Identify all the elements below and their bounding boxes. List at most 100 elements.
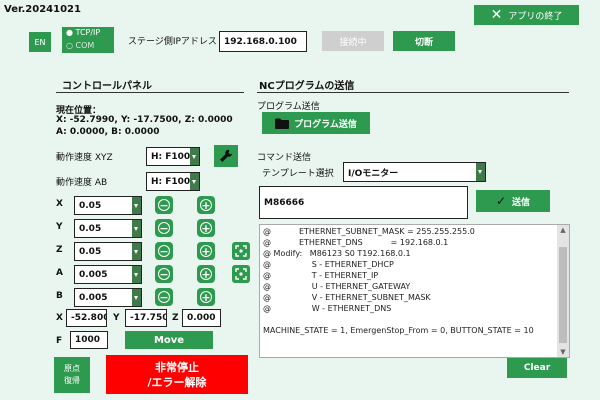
- step-select-b[interactable]: 0.005: [74, 288, 142, 307]
- language-button[interactable]: EN: [29, 32, 51, 52]
- axis-label-a: A: [56, 268, 63, 278]
- log-line: @ T - ETHERNET_IP: [263, 271, 379, 280]
- nc-panel-title: NCプログラムの送信: [259, 81, 355, 92]
- wrench-icon: [220, 149, 233, 162]
- log-line: @ W - ETHERNET_DNS: [263, 304, 392, 313]
- step-select-a[interactable]: 0.005: [74, 265, 142, 284]
- feed-input[interactable]: 1000: [70, 331, 108, 349]
- minus-icon: −: [158, 244, 170, 258]
- focus-a-button[interactable]: [232, 265, 250, 283]
- folder-icon: [275, 118, 290, 129]
- log-line: @ Modify: M86123 S0 T192.168.0.1: [263, 249, 411, 258]
- connecting-button[interactable]: 接続中: [322, 31, 384, 51]
- minus-icon: −: [158, 198, 170, 212]
- template-select[interactable]: I/Oモニター: [343, 162, 486, 182]
- scroll-down-icon[interactable]: ▼: [557, 347, 569, 357]
- axis-label-z: Z: [56, 245, 63, 255]
- position-ab: A: 0.0000, B: 0.0000: [56, 127, 160, 137]
- jog-plus-x[interactable]: +: [197, 196, 215, 214]
- jog-plus-b[interactable]: +: [197, 288, 215, 306]
- control-panel-title: コントロールパネル: [62, 81, 152, 92]
- speed-ab-select[interactable]: H: F100: [146, 172, 200, 191]
- focus-target-icon: [235, 245, 247, 257]
- chevron-down-icon: [132, 243, 141, 260]
- settings-wrench-button[interactable]: [214, 145, 238, 167]
- axis-label-b: B: [56, 291, 63, 301]
- close-icon: ✕: [490, 7, 503, 23]
- scroll-up-icon[interactable]: ▲: [557, 225, 569, 235]
- log-scroll-thumb[interactable]: [559, 247, 567, 343]
- log-line: @ ETHERNET_SUBNET_MASK = 255.255.255.0: [263, 227, 475, 236]
- command-input[interactable]: M86666: [259, 186, 468, 219]
- feed-label: F: [56, 336, 63, 346]
- disconnect-button[interactable]: 切断: [393, 31, 455, 51]
- command-section-label: コマンド送信: [257, 153, 312, 163]
- position-xyz: X: -52.7990, Y: -17.7500, Z: 0.0000: [56, 115, 233, 125]
- plus-icon: +: [200, 267, 212, 281]
- control-panel-divider: [56, 92, 244, 93]
- log-lines-container: @ ETHERNET_SUBNET_MASK = 255.255.255.0 @ …: [263, 226, 555, 336]
- version-label: Ver.20241021: [4, 4, 81, 15]
- plus-icon: +: [200, 290, 212, 304]
- focus-z-button[interactable]: [232, 242, 250, 260]
- step-select-z[interactable]: 0.05: [74, 242, 142, 261]
- target-z-input[interactable]: 0.000: [182, 309, 221, 327]
- log-output[interactable]: @ ETHERNET_SUBNET_MASK = 255.255.255.0 @ …: [259, 224, 570, 358]
- chevron-down-icon: [190, 148, 199, 165]
- chevron-down-icon: [476, 163, 485, 181]
- clear-log-button[interactable]: Clear: [507, 358, 567, 378]
- minus-icon: −: [158, 267, 170, 281]
- speed-xyz-select[interactable]: H: F1000: [146, 147, 200, 166]
- axis-label-y: Y: [56, 222, 63, 232]
- log-line: @ U - ETHERNET_GATEWAY: [263, 282, 411, 291]
- checkmark-icon: ✓: [495, 194, 507, 208]
- target-z-label: Z: [172, 313, 179, 323]
- speed-ab-label: 動作速度 AB: [56, 178, 108, 188]
- log-line: MACHINE_STATE = 1, EmergenStop_From = 0,…: [263, 326, 534, 335]
- chevron-down-icon: [132, 197, 141, 214]
- chevron-down-icon: [190, 173, 199, 190]
- tcpip-option[interactable]: ● TCP/IP: [66, 28, 100, 37]
- jog-minus-z[interactable]: −: [155, 242, 173, 260]
- speed-xyz-label: 動作速度 XYZ: [56, 153, 113, 163]
- target-x-input[interactable]: -52.800: [66, 309, 107, 327]
- home-return-button[interactable]: 原点 復帰: [54, 357, 90, 393]
- jog-minus-x[interactable]: −: [155, 196, 173, 214]
- ip-address-label: ステージ側IPアドレス: [128, 37, 217, 47]
- jog-plus-y[interactable]: +: [197, 219, 215, 237]
- focus-target-icon: [235, 268, 247, 280]
- jog-plus-z[interactable]: +: [197, 242, 215, 260]
- nc-panel-divider: [257, 92, 569, 93]
- target-y-label: Y: [113, 313, 120, 323]
- step-select-y[interactable]: 0.05: [74, 219, 142, 238]
- ip-address-input[interactable]: 192.168.0.100: [219, 31, 307, 52]
- send-command-button[interactable]: ✓ 送信: [476, 190, 550, 212]
- template-select-label: テンプレート選択: [262, 169, 334, 179]
- target-y-input[interactable]: -17.750: [125, 309, 167, 327]
- chevron-down-icon: [132, 289, 141, 306]
- com-option[interactable]: ○ COM: [66, 41, 94, 50]
- log-line: @ S - ETHERNET_DHCP: [263, 260, 394, 269]
- step-select-x[interactable]: 0.05: [74, 196, 142, 215]
- program-section-label: プログラム送信: [257, 102, 320, 112]
- exit-app-button[interactable]: ✕ アプリの終了: [474, 5, 579, 25]
- jog-plus-a[interactable]: +: [197, 265, 215, 283]
- emergency-stop-button[interactable]: 非常停止 /エラー解除: [106, 355, 248, 394]
- log-line: @ ETHERNET_DNS = 192.168.0.1: [263, 238, 449, 247]
- chevron-down-icon: [132, 266, 141, 283]
- program-send-button[interactable]: プログラム送信: [262, 112, 370, 134]
- log-line: @ V - ETHERNET_SUBNET_MASK: [263, 293, 431, 302]
- minus-icon: −: [158, 221, 170, 235]
- axis-label-x: X: [56, 199, 63, 209]
- jog-minus-y[interactable]: −: [155, 219, 173, 237]
- target-x-label: X: [56, 313, 63, 323]
- log-scrollbar[interactable]: ▲ ▼: [557, 225, 569, 357]
- jog-minus-a[interactable]: −: [155, 265, 173, 283]
- move-button[interactable]: Move: [125, 331, 213, 349]
- plus-icon: +: [200, 221, 212, 235]
- plus-icon: +: [200, 198, 212, 212]
- connection-type-selector[interactable]: ● TCP/IP ○ COM: [62, 27, 114, 53]
- jog-minus-b[interactable]: −: [155, 288, 173, 306]
- chevron-down-icon: [132, 220, 141, 237]
